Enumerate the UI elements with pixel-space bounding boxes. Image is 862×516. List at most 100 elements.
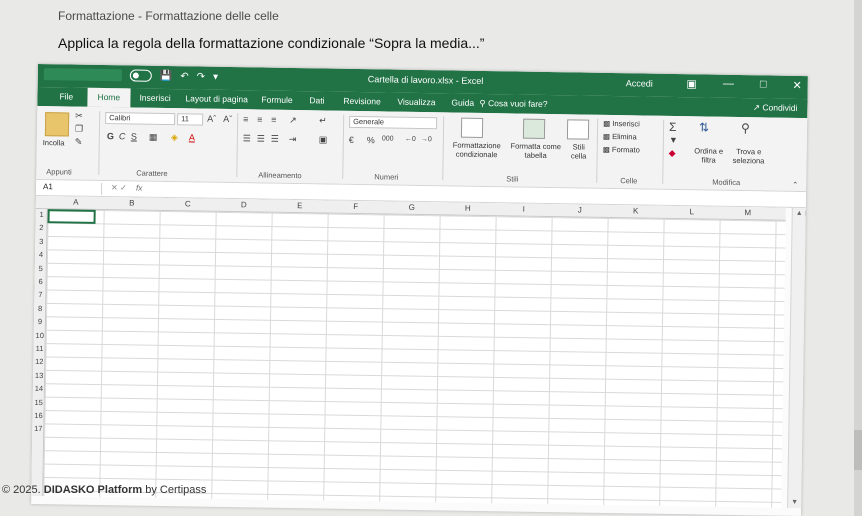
format-painter-icon[interactable]: ✎ [75,137,83,148]
cell-styles-icon[interactable] [566,119,590,140]
column-header-d[interactable]: D [216,200,272,210]
clear-icon[interactable]: ◆ [669,148,676,159]
name-box[interactable]: A1 [39,182,103,196]
align-bottom-icon[interactable]: ≡ [271,115,276,125]
collapse-ribbon-icon[interactable]: ⌃ [792,181,798,189]
column-header-k[interactable]: K [608,206,664,216]
increase-font-icon[interactable]: Aˆ [207,114,216,124]
column-header-a[interactable]: A [48,197,104,207]
format-cells-button[interactable]: ▩ Formato [603,145,640,155]
row-header-5[interactable]: 5 [35,264,47,273]
align-middle-icon[interactable]: ≡ [257,114,262,124]
cell-area[interactable] [43,209,786,508]
minimize-icon[interactable]: — [723,78,734,91]
underline-button[interactable]: S [131,131,137,141]
align-center-icon[interactable]: ☰ [257,133,265,144]
row-header-13[interactable]: 13 [33,371,45,380]
font-size-select[interactable]: 11 [177,113,204,126]
column-header-i[interactable]: I [496,204,552,214]
row-header-1[interactable]: 1 [36,210,48,219]
ribbon-display-icon[interactable]: ▣ [686,77,697,90]
row-header-9[interactable]: 9 [34,317,46,326]
format-as-table-icon[interactable] [522,118,546,139]
row-header-17[interactable]: 17 [32,424,44,433]
merge-center-icon[interactable]: ▣ [319,134,328,145]
find-select-button[interactable]: Trova e seleziona [729,147,769,166]
cell-styles-button[interactable]: Stili cella [565,142,593,160]
tab-formulas[interactable]: Formule [261,95,292,105]
column-header-j[interactable]: J [552,205,608,215]
row-header-2[interactable]: 2 [35,223,47,232]
column-header-c[interactable]: C [160,199,216,209]
column-header-g[interactable]: G [384,202,440,212]
borders-icon[interactable]: ▦ [149,132,158,143]
row-header-7[interactable]: 7 [34,290,46,299]
thousands-button[interactable]: 000 [382,135,394,142]
conditional-formatting-icon[interactable] [460,117,484,138]
column-header-e[interactable]: E [272,201,328,211]
column-header-f[interactable]: F [328,202,384,212]
cut-icon[interactable]: ✂ [75,111,83,122]
insert-function-icon[interactable]: fx [136,184,142,193]
tab-page-layout[interactable]: Layout di pagina [185,93,248,104]
row-header-14[interactable]: 14 [33,384,45,393]
page-scroll-thumb[interactable] [854,430,862,470]
tab-help[interactable]: Guida [451,97,474,107]
column-header-b[interactable]: B [104,198,160,208]
tab-data[interactable]: Dati [309,95,324,105]
orientation-icon[interactable]: ↗ [289,115,297,126]
close-icon[interactable]: ✕ [792,79,801,92]
customize-qat-icon[interactable]: ▾ [213,71,218,82]
active-cell-a1[interactable] [47,209,96,224]
find-select-icon[interactable]: ⚲ [741,121,750,135]
delete-cells-button[interactable]: ▩ Elimina [603,132,637,142]
row-header-16[interactable]: 16 [32,411,44,420]
bold-button[interactable]: G [107,131,114,141]
font-color-icon[interactable]: A [189,132,195,142]
row-header-12[interactable]: 12 [33,357,45,366]
fill-color-icon[interactable]: ◈ [171,132,178,143]
autosave-toggle[interactable] [129,69,152,82]
row-header-3[interactable]: 3 [35,237,47,246]
cancel-confirm-icons[interactable]: ✕ ✓ [111,183,127,192]
sign-in-link[interactable]: Accedi [626,78,653,88]
redo-icon[interactable]: ↷ [197,71,206,82]
percent-button[interactable]: % [367,135,375,145]
align-right-icon[interactable]: ☰ [271,134,279,145]
indent-icon[interactable]: ⇥ [289,134,297,145]
sort-filter-button[interactable]: Ordina e filtra [689,146,729,165]
vertical-scrollbar[interactable]: ▲ ▼ [787,207,806,509]
decrease-font-icon[interactable]: Aˇ [223,114,232,124]
align-left-icon[interactable]: ☰ [243,133,251,144]
row-header-4[interactable]: 4 [35,250,47,259]
scroll-up-icon[interactable]: ▲ [796,210,803,217]
row-header-11[interactable]: 11 [33,344,45,353]
wrap-text-icon[interactable]: ↵ [319,115,327,126]
italic-button[interactable]: C [119,131,126,141]
scroll-down-icon[interactable]: ▼ [791,499,798,506]
currency-icon[interactable]: € [349,135,354,145]
format-as-table-button[interactable]: Formatta come tabella [507,141,565,160]
worksheet-grid[interactable]: ABCDEFGHIJKLMNOP 12345678910111213141516… [31,195,807,508]
font-name-select[interactable]: Calibri [105,112,176,126]
copy-icon[interactable]: ❐ [75,124,83,135]
column-header-h[interactable]: H [440,203,496,213]
decrease-decimal-icon[interactable]: →0 [421,136,432,143]
row-header-8[interactable]: 8 [34,304,46,313]
tell-me-search[interactable]: ⚲ Cosa vuoi fare? [479,98,547,110]
autosum-icon[interactable]: Σ [669,120,677,134]
maximize-icon[interactable]: □ [760,78,767,91]
fill-icon[interactable]: ▼ [669,135,678,145]
row-header-15[interactable]: 15 [33,398,45,407]
row-header-6[interactable]: 6 [35,277,47,286]
insert-cells-button[interactable]: ▩ Inserisci [603,119,640,129]
save-icon[interactable]: 💾 [160,70,173,81]
tab-file[interactable]: File [59,91,73,101]
column-header-l[interactable]: L [664,207,720,217]
paste-label[interactable]: Incolla [43,138,65,147]
undo-icon[interactable]: ↶ [180,71,189,82]
share-button[interactable]: ↗ Condividi [753,102,798,114]
sort-filter-icon[interactable]: ⇅ [699,120,709,134]
tab-review[interactable]: Revisione [343,96,380,107]
row-header-10[interactable]: 10 [34,331,46,340]
